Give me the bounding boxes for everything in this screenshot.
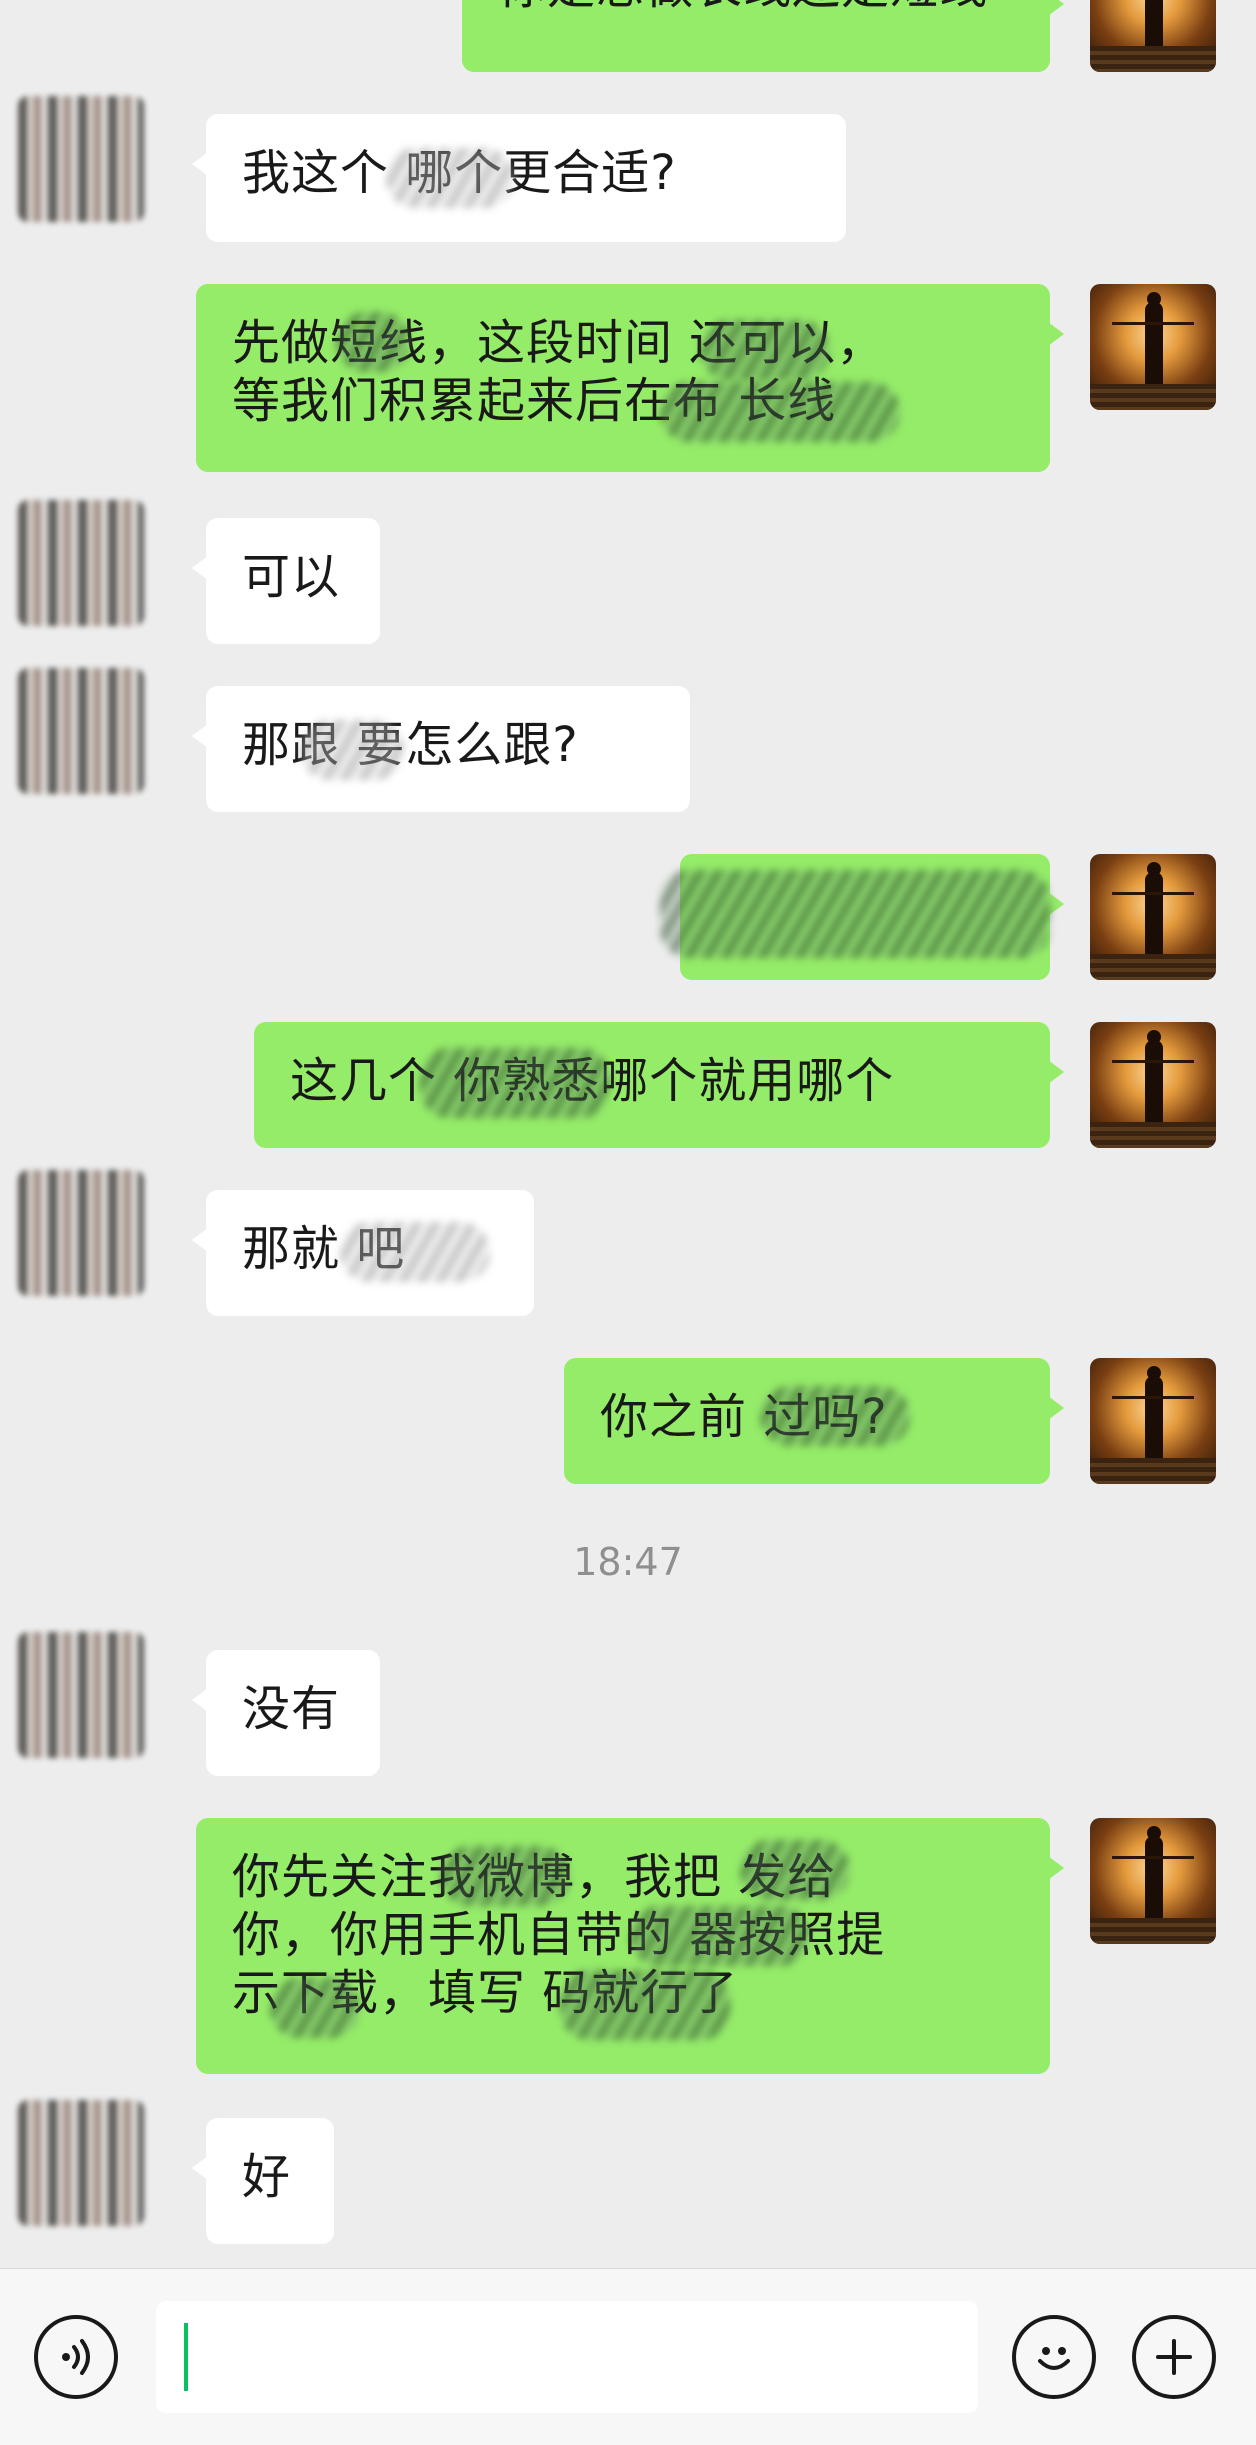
message-bubble-sent[interactable]: 你是想做长线还是短线 bbox=[462, 0, 1064, 72]
message-bubble-received[interactable]: 没有 bbox=[192, 1650, 380, 1776]
redaction-scribble bbox=[336, 312, 410, 372]
message-bubble-sent[interactable]: 这几个 你熟悉哪个就用哪个 bbox=[254, 1022, 1064, 1148]
contact-avatar[interactable] bbox=[18, 2100, 144, 2226]
text-caret bbox=[184, 2323, 188, 2391]
redaction-scribble bbox=[560, 1970, 730, 2040]
redaction-scribble bbox=[630, 1906, 810, 1966]
message-text-line: 你先关注我微博，我把 发给 bbox=[232, 1848, 1014, 1906]
redaction-scribble bbox=[700, 320, 830, 380]
redaction-scribble bbox=[760, 1386, 910, 1446]
redaction-scribble bbox=[386, 148, 514, 208]
emoji-icon bbox=[1038, 2347, 1070, 2370]
my-avatar[interactable] bbox=[1090, 1818, 1216, 1944]
redaction-scribble bbox=[660, 382, 900, 442]
message-bubble-received[interactable]: 我这个 哪个更合适? bbox=[192, 114, 846, 242]
emoji-button[interactable] bbox=[1012, 2315, 1096, 2399]
message-text: 好 bbox=[242, 2149, 292, 2205]
contact-avatar[interactable] bbox=[18, 500, 144, 626]
plus-icon bbox=[1156, 2339, 1192, 2375]
my-avatar[interactable] bbox=[1090, 854, 1216, 980]
my-avatar[interactable] bbox=[1090, 0, 1216, 72]
message-bubble-sent[interactable]: 先做短线，这段时间 还可以， 等我们积累起来后在布 长线 bbox=[196, 284, 1064, 472]
my-avatar[interactable] bbox=[1090, 284, 1216, 410]
redaction-scribble bbox=[340, 1222, 490, 1282]
voice-button[interactable] bbox=[34, 2315, 118, 2399]
contact-avatar[interactable] bbox=[18, 96, 144, 222]
my-avatar[interactable] bbox=[1090, 1358, 1216, 1484]
message-timestamp: 18:47 bbox=[573, 1540, 683, 1584]
message-text: 你是想做长线还是短线 bbox=[498, 0, 988, 15]
message-text: 没有 bbox=[242, 1681, 341, 1737]
message-text: 可以 bbox=[242, 549, 341, 605]
chat-input-bar bbox=[0, 2268, 1256, 2445]
more-button[interactable] bbox=[1132, 2315, 1216, 2399]
voice-icon bbox=[62, 2339, 90, 2375]
message-bubble-received[interactable]: 那跟 要怎么跟? bbox=[192, 686, 690, 812]
message-input[interactable] bbox=[156, 2301, 978, 2413]
contact-avatar[interactable] bbox=[18, 668, 144, 794]
redaction-scribble bbox=[740, 1840, 850, 1900]
redaction-scribble bbox=[420, 1048, 610, 1118]
message-text-line: 你，你用手机自带的 器按照提 bbox=[232, 1907, 886, 1963]
contact-avatar[interactable] bbox=[18, 1632, 144, 1758]
redaction-scribble bbox=[270, 1978, 360, 2038]
message-bubble-received[interactable]: 好 bbox=[192, 2118, 334, 2244]
redaction-scribble bbox=[300, 720, 404, 780]
message-bubble-received[interactable]: 可以 bbox=[192, 518, 380, 644]
my-avatar[interactable] bbox=[1090, 1022, 1216, 1148]
redaction-scribble bbox=[660, 870, 1050, 958]
contact-avatar[interactable] bbox=[18, 1170, 144, 1296]
redaction-scribble bbox=[440, 1846, 570, 1906]
chat-area[interactable]: 你是想做长线还是短线 我这个 哪个更合适? 先做短线，这段时间 还可以， 等我们… bbox=[0, 0, 1256, 2268]
message-text: 那跟 要怎么跟? bbox=[242, 717, 579, 773]
